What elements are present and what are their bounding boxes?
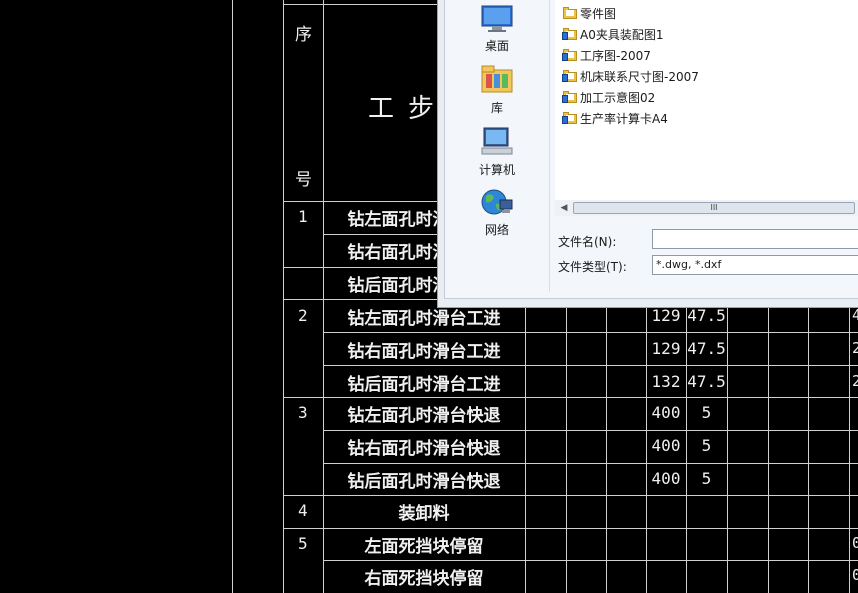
row-value-edge: 2 [852,339,858,357]
row-value-edge: 0 [852,534,858,552]
row-name: 右面死挡块停留 [364,569,484,589]
locked-folder-icon [562,28,577,40]
table-row-line [283,4,443,5]
header-seq-top: 序 [295,25,312,45]
row-value-2: 47.5 [687,372,726,391]
table-row-line [283,201,443,202]
scroll-thumb[interactable]: III [573,202,855,214]
table-row-line [323,332,858,333]
table-col-b [606,300,607,593]
computer-icon [481,127,513,155]
row-name: 钻左面孔时滑台快退 [347,406,501,426]
list-item[interactable]: 工序图-2007 [562,45,651,65]
row-value-1: 129 [651,306,681,325]
nav-desktop-label: 桌面 [484,39,509,53]
row-value-2: 5 [701,469,712,488]
scroll-grip: III [710,203,718,212]
row-name: 钻后面孔时滑台工进 [347,375,501,395]
filetype-label: 文件类型(T): [558,260,627,274]
list-item[interactable]: A0夹具装配图1 [562,24,664,44]
table-col-f [768,300,769,593]
horizontal-scrollbar[interactable]: ◀ III [555,200,858,216]
table-row-line [323,430,858,431]
row-seq: 3 [298,403,308,422]
file-name: 机床联系尺寸图-2007 [580,69,699,84]
header-seq-bottom: 号 [295,170,312,190]
nav-network[interactable]: 网络 [445,186,549,238]
file-name: 零件图 [580,6,617,21]
row-seq: 2 [298,306,308,325]
table-row-line [323,560,858,561]
list-item[interactable]: 机床联系尺寸图-2007 [562,66,699,86]
row-name: 钻后面孔时滑台快退 [347,472,501,492]
list-item[interactable]: 生产率计算卡A4 [562,108,668,128]
folder-icon [563,7,577,19]
nav-computer-label: 计算机 [478,163,515,177]
table-row-line [283,397,858,398]
table-border-left [232,0,233,593]
table-row-line [283,267,443,268]
file-list[interactable]: 零件图 A0夹具装配图1 工序图-2007 机床联系尺寸图-2007 加工示意图… [555,0,858,200]
row-seq: 5 [298,534,308,553]
nav-desktop[interactable]: 桌面 [445,4,549,54]
row-value-2: 5 [701,436,712,455]
row-name: 钻右面孔时滑台快退 [347,439,501,459]
list-item[interactable]: 零件图 [563,3,616,23]
table-row-line [283,528,858,529]
row-value-1: 400 [651,469,681,488]
table-row-line [323,365,858,366]
row-name: 钻右面孔时滑台工进 [347,342,501,362]
row-name: 左面死挡块停留 [364,537,484,557]
nav-library-label: 库 [490,101,503,115]
filename-input[interactable] [652,229,858,249]
row-value-edge: 2 [852,372,858,390]
nav-network-label: 网络 [484,223,509,237]
file-name: A0夹具装配图1 [580,27,664,42]
row-value-1: 400 [651,436,681,455]
table-col-name [525,300,526,593]
network-icon [481,189,513,215]
dialog-body: 桌面 库 计算机 网络 零件图 A0夹具装配图1 工序图-2007 机床联系尺寸… [444,0,858,299]
row-value-edge: 0 [852,566,858,584]
scroll-left-icon[interactable]: ◀ [557,201,571,215]
row-value-1: 129 [651,339,681,358]
table-col-e [727,300,728,593]
list-item[interactable]: 加工示意图02 [562,87,656,107]
nav-library[interactable]: 库 [445,64,549,116]
desktop-icon [481,5,513,32]
table-row-line [323,234,443,235]
file-name: 加工示意图02 [580,90,656,105]
library-icon [481,65,513,93]
row-name: 装卸料 [398,504,450,524]
table-row-line [283,495,858,496]
file-open-dialog: 桌面 库 计算机 网络 零件图 A0夹具装配图1 工序图-2007 机床联系尺寸… [437,0,858,308]
row-value-2: 47.5 [687,339,726,358]
locked-folder-icon [562,70,577,82]
table-col-g [808,300,809,593]
filename-label: 文件名(N): [558,235,617,249]
row-value-1: 400 [651,403,681,422]
row-value-edge: 4 [852,306,858,324]
places-bar: 桌面 库 计算机 网络 [445,0,550,292]
file-name: 工序图-2007 [580,48,651,63]
locked-folder-icon [562,91,577,103]
filetype-select[interactable]: *.dwg, *.dxf [652,255,858,275]
table-col-h [849,300,850,593]
table-row-line [323,463,858,464]
row-seq: 1 [298,207,308,226]
locked-folder-icon [562,112,577,124]
file-name: 生产率计算卡A4 [580,111,668,126]
table-border-seq [283,0,284,593]
row-value-2: 47.5 [687,306,726,325]
row-seq: 4 [298,501,308,520]
table-col-a [566,300,567,593]
row-value-1: 132 [651,372,681,391]
row-value-2: 5 [701,403,712,422]
locked-folder-icon [562,49,577,61]
nav-computer[interactable]: 计算机 [445,126,549,178]
